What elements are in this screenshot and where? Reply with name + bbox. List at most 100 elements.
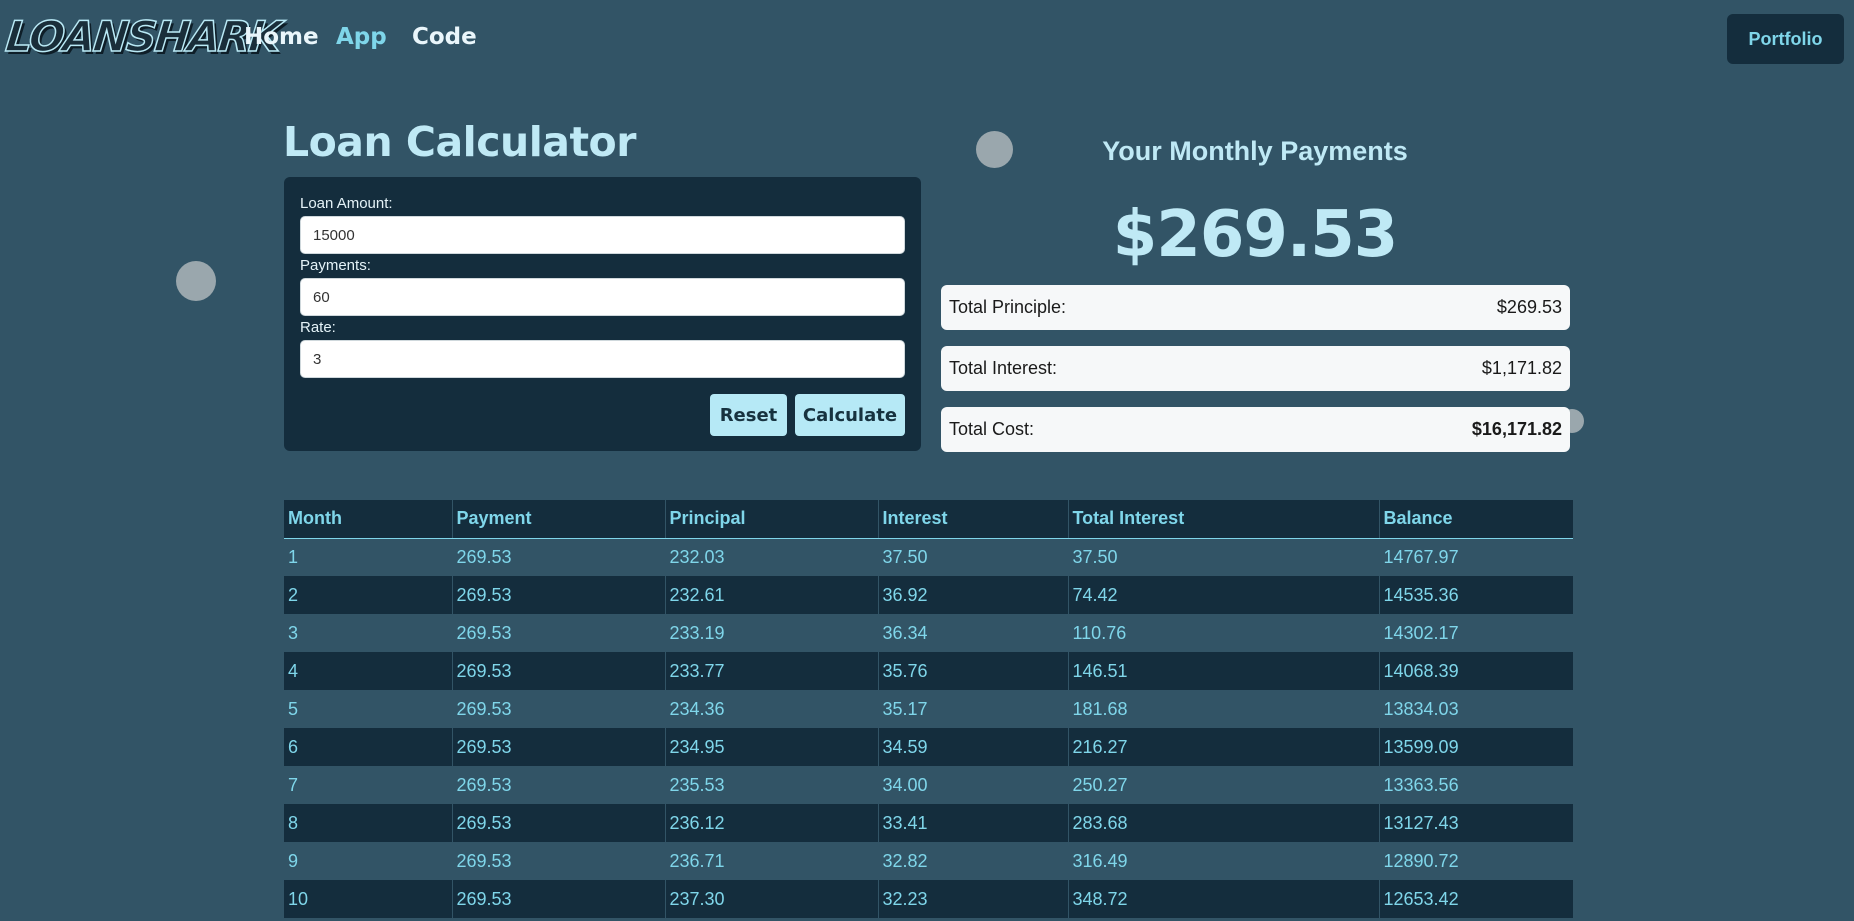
column-header-payment: Payment <box>451 500 665 539</box>
total-cost-row: Total Cost: $16,171.82 <box>941 407 1570 452</box>
amortization-table: Month Payment Principal Interest Total I… <box>284 500 1573 918</box>
total-cost-value: $16,171.82 <box>1471 419 1562 439</box>
table-row: 1 269.53 232.03 37.50 37.50 14767.97 <box>284 538 1573 576</box>
cell-balance: 13363.56 <box>1378 766 1573 804</box>
brand-logo[interactable]: LOANSHARK <box>3 11 283 62</box>
table-row: 10 269.53 237.30 32.23 348.72 12653.42 <box>284 880 1573 918</box>
table-row: 3 269.53 233.19 36.34 110.76 14302.17 <box>284 614 1573 652</box>
cell-month: 8 <box>284 804 452 842</box>
cell-principal: 235.53 <box>664 766 878 804</box>
cell-principal: 234.95 <box>664 728 878 766</box>
page-title: Loan Calculator <box>283 118 636 166</box>
cell-month: 5 <box>288 698 299 719</box>
loan-amount-label: Loan Amount: <box>300 195 393 212</box>
table-row: 6 269.53 234.95 34.59 216.27 13599.09 <box>284 728 1573 766</box>
cell-balance: 14767.97 <box>1378 538 1573 576</box>
cell-interest: 32.23 <box>877 880 1068 918</box>
cell-total-interest: 37.50 <box>1067 538 1379 576</box>
cell-payment: 269.53 <box>451 538 665 576</box>
cell-total-interest: 216.27 <box>1067 728 1379 766</box>
cell-principal: 232.03 <box>664 538 878 576</box>
cell-month: 2 <box>284 576 452 614</box>
cell-total-interest: 316.49 <box>1067 842 1379 880</box>
monthly-payment-value: $269.53 <box>1112 198 1399 272</box>
cell-principal: 237.30 <box>664 880 878 918</box>
cell-interest: 34.59 <box>877 728 1068 766</box>
total-principle-value: $269.53 <box>1496 297 1562 317</box>
cell-balance: 13599.09 <box>1378 728 1573 766</box>
cell-balance: 13834.03 <box>1378 690 1573 728</box>
results-title: Your Monthly Payments <box>1102 136 1408 166</box>
cell-balance: 12653.42 <box>1378 880 1573 918</box>
table-row: 4 269.53 233.77 35.76 146.51 14068.39 <box>284 652 1573 690</box>
reset-button[interactable]: Reset <box>710 394 787 436</box>
cell-month: 10 <box>284 880 452 918</box>
cell-month: 7 <box>288 774 299 795</box>
table-row: 9 269.53 236.71 32.82 316.49 12890.72 <box>284 842 1573 880</box>
portfolio-button[interactable]: Portfolio <box>1727 14 1844 64</box>
cell-balance: 14068.39 <box>1378 652 1573 690</box>
payments-label: Payments: <box>300 257 371 274</box>
decorative-dot <box>176 261 216 301</box>
cell-month: 1 <box>288 546 299 567</box>
nav-link-home[interactable]: Home <box>244 24 319 50</box>
column-header-month: Month <box>284 500 452 539</box>
cell-total-interest: 250.27 <box>1067 766 1379 804</box>
cell-principal: 233.77 <box>664 652 878 690</box>
cell-principal: 236.71 <box>664 842 878 880</box>
total-principle-row: Total Principle: $269.53 <box>941 285 1570 330</box>
cell-principal: 233.19 <box>664 614 878 652</box>
cell-interest: 32.82 <box>877 842 1068 880</box>
cell-month: 4 <box>284 652 452 690</box>
nav-link-app[interactable]: App <box>336 24 387 50</box>
cell-interest: 36.34 <box>877 614 1068 652</box>
loan-amount-input[interactable] <box>300 216 905 254</box>
loan-form: Loan Amount: Payments: Rate: Reset Calcu… <box>284 177 921 451</box>
table-row: 2 269.53 232.61 36.92 74.42 14535.36 <box>284 576 1573 614</box>
cell-principal: 232.61 <box>664 576 878 614</box>
cell-total-interest: 146.51 <box>1067 652 1379 690</box>
cell-total-interest: 110.76 <box>1067 614 1379 652</box>
table-header-row: Month Payment Principal Interest Total I… <box>284 500 1573 539</box>
rate-input[interactable] <box>300 340 905 378</box>
cell-payment: 269.53 <box>451 842 665 880</box>
cell-payment: 269.53 <box>451 576 665 614</box>
cell-interest: 33.41 <box>877 804 1068 842</box>
cell-principal: 234.36 <box>664 690 878 728</box>
total-interest-row: Total Interest: $1,171.82 <box>941 346 1570 391</box>
cell-total-interest: 348.72 <box>1067 880 1379 918</box>
table-row: 7 269.53 235.53 34.00 250.27 13363.56 <box>284 766 1573 804</box>
total-interest-label: Total Interest: <box>949 358 1058 378</box>
payments-input[interactable] <box>300 278 905 316</box>
table-body: 1 269.53 232.03 37.50 37.50 14767.97 2 269.53 23… <box>284 538 1573 918</box>
cell-month: 3 <box>288 622 299 643</box>
calculate-button[interactable]: Calculate <box>795 394 905 436</box>
nav-link-code[interactable]: Code <box>412 24 477 50</box>
table-row: 8 269.53 236.12 33.41 283.68 13127.43 <box>284 804 1573 842</box>
cell-principal: 236.12 <box>664 804 878 842</box>
rate-label: Rate: <box>300 319 336 336</box>
navbar: LOANSHARK Home App Code Portfolio <box>0 0 1854 80</box>
column-header-balance: Balance <box>1378 500 1573 539</box>
cell-balance: 14302.17 <box>1378 614 1573 652</box>
cell-balance: 13127.43 <box>1378 804 1573 842</box>
cell-payment: 269.53 <box>451 804 665 842</box>
cell-balance: 14535.36 <box>1378 576 1573 614</box>
cell-balance: 12890.72 <box>1378 842 1573 880</box>
cell-interest: 37.50 <box>877 538 1068 576</box>
cell-payment: 269.53 <box>451 614 665 652</box>
cell-payment: 269.53 <box>451 880 665 918</box>
total-principle-label: Total Principle: <box>949 297 1067 317</box>
total-interest-value: $1,171.82 <box>1481 358 1562 378</box>
cell-month: 9 <box>288 850 299 871</box>
cell-interest: 35.76 <box>877 652 1068 690</box>
cell-payment: 269.53 <box>451 652 665 690</box>
table-row: 5 269.53 234.36 35.17 181.68 13834.03 <box>284 690 1573 728</box>
cell-payment: 269.53 <box>451 690 665 728</box>
cell-interest: 34.00 <box>877 766 1068 804</box>
cell-payment: 269.53 <box>451 728 665 766</box>
total-cost-label: Total Cost: <box>949 419 1035 439</box>
column-header-total-interest: Total Interest <box>1067 500 1379 539</box>
column-header-interest: Interest <box>877 500 1068 539</box>
cell-interest: 36.92 <box>877 576 1068 614</box>
